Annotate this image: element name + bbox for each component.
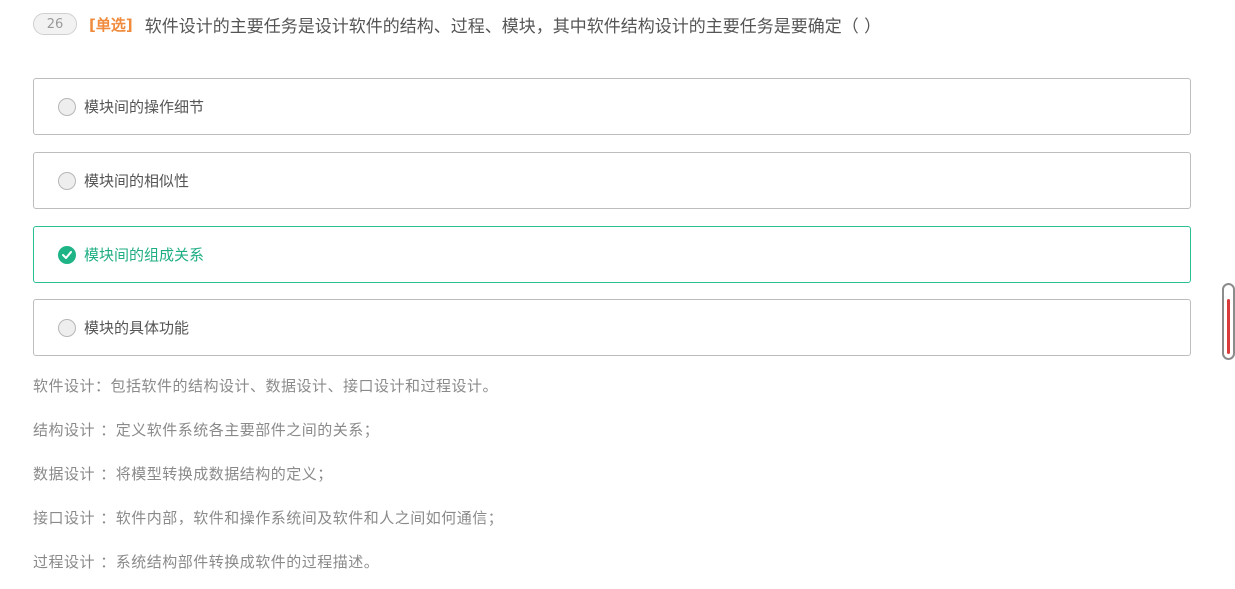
analysis-line: 接口设计 ：软件内部，软件和操作系统间及软件和人之间如何通信； <box>33 509 504 527</box>
question-header: 26 [单选] 软件设计的主要任务是设计软件的结构、过程、模块，其中软件结构设计… <box>33 12 882 37</box>
question-number-badge: 26 <box>33 13 77 35</box>
option-label: 模块间的组成关系 <box>84 246 205 264</box>
option-label: 模块间的操作细节 <box>84 98 205 116</box>
radio-empty-icon[interactable] <box>58 97 76 116</box>
option-label: 模块间的相似性 <box>84 172 190 190</box>
scrollbar[interactable] <box>1222 283 1235 360</box>
analysis-line: 软件设计：包括软件的结构设计、数据设计、接口设计和过程设计。 <box>33 377 499 395</box>
check-circle-icon[interactable] <box>58 245 76 264</box>
answer-analysis: 软件设计：包括软件的结构设计、数据设计、接口设计和过程设计。 结构设计 ：定义软… <box>33 373 1193 589</box>
checkmark-icon <box>62 250 72 259</box>
question-text: 软件设计的主要任务是设计软件的结构、过程、模块，其中软件结构设计的主要任务是要确… <box>144 16 882 37</box>
analysis-line: 数据设计 ：将模型转换成数据结构的定义； <box>33 465 333 483</box>
radio-empty-icon[interactable] <box>58 171 76 190</box>
option-a[interactable]: 模块间的操作细节 <box>33 78 1191 135</box>
analysis-line: 过程设计 ：系统结构部件转换成软件的过程描述。 <box>33 553 380 571</box>
question-type-label: [单选] <box>89 15 133 34</box>
analysis-line: 结构设计 ：定义软件系统各主要部件之间的关系； <box>33 421 380 439</box>
option-d[interactable]: 模块的具体功能 <box>33 299 1191 356</box>
question-page: 26 [单选] 软件设计的主要任务是设计软件的结构、过程、模块，其中软件结构设计… <box>0 0 1235 589</box>
option-b[interactable]: 模块间的相似性 <box>33 152 1191 209</box>
scrollbar-thumb[interactable] <box>1227 299 1230 354</box>
radio-empty-icon[interactable] <box>58 318 76 337</box>
option-label: 模块的具体功能 <box>84 319 190 337</box>
option-c[interactable]: 模块间的组成关系 <box>33 226 1191 283</box>
